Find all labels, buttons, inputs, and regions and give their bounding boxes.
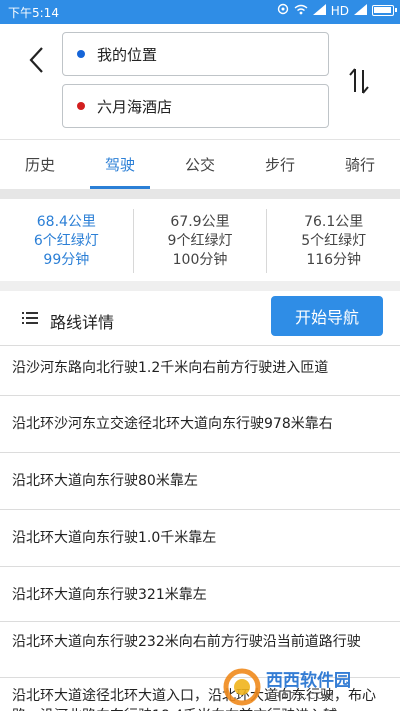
- network-label: HD: [330, 3, 349, 18]
- swap-arrows-icon: [349, 68, 369, 94]
- route-steps-list: 沿沙河东路向北行驶1.2千米向右前方行驶进入匝道 沿北环沙河东立交途径北环大道向…: [0, 346, 400, 711]
- divider: [0, 281, 400, 291]
- route-step[interactable]: 沿北环大道向东行驶80米靠左: [0, 453, 400, 510]
- tab-history[interactable]: 历史: [0, 140, 80, 189]
- status-bar: 下午5:14 HD: [0, 0, 400, 24]
- route-details-header: 路线详情 开始导航: [0, 291, 400, 346]
- watermark-text-block: 西西软件园 CR173.COM: [266, 671, 351, 703]
- start-location-field[interactable]: 我的位置: [62, 32, 329, 76]
- route-option-2[interactable]: 67.9公里 9个红绿灯 100分钟: [132, 209, 267, 273]
- route-time: 100分钟: [172, 252, 228, 268]
- watermark-logo-icon: [223, 668, 261, 706]
- tab-drive[interactable]: 驾驶: [80, 140, 160, 189]
- list-icon: [22, 312, 38, 324]
- tab-walk[interactable]: 步行: [240, 140, 320, 189]
- back-button[interactable]: [22, 42, 50, 78]
- start-dot-icon: [77, 50, 85, 58]
- route-step[interactable]: 沿北环大道向东行驶321米靠左: [0, 567, 400, 622]
- transport-tabs: 历史 驾驶 公交 步行 骑行: [0, 139, 400, 189]
- end-location-field[interactable]: 六月海酒店: [62, 84, 329, 128]
- route-option-1[interactable]: 68.4公里 6个红绿灯 99分钟: [0, 199, 133, 281]
- route-distance: 67.9公里: [170, 214, 230, 230]
- status-icons: HD: [277, 3, 397, 18]
- route-time: 99分钟: [43, 252, 90, 268]
- tab-bike[interactable]: 骑行: [320, 140, 400, 189]
- wifi-icon: [294, 4, 308, 18]
- watermark-logo-text: 西西软件园: [266, 671, 351, 691]
- route-distance: 76.1公里: [304, 214, 364, 230]
- location-status-icon: [277, 3, 289, 18]
- route-header: 我的位置 六月海酒店: [0, 24, 400, 138]
- watermark: 西西软件园 CR173.COM: [222, 666, 394, 708]
- route-options: 68.4公里 6个红绿灯 99分钟 67.9公里 9个红绿灯 100分钟 76.…: [0, 199, 400, 281]
- chevron-left-icon: [29, 47, 43, 73]
- route-step[interactable]: 沿沙河东路向北行驶1.2千米向右前方行驶进入匝道: [0, 346, 400, 396]
- route-details-label: 路线详情: [50, 313, 115, 332]
- tab-transit[interactable]: 公交: [160, 140, 240, 189]
- route-distance: 68.4公里: [36, 214, 96, 230]
- route-lights: 9个红绿灯: [167, 233, 233, 249]
- signal-icon: [312, 3, 326, 18]
- battery-icon: [372, 5, 397, 16]
- start-navigation-button[interactable]: 开始导航: [271, 296, 383, 336]
- route-lights: 6个红绿灯: [33, 233, 99, 249]
- route-time: 116分钟: [306, 252, 362, 268]
- status-time: 下午5:14: [8, 6, 59, 20]
- route-step[interactable]: 沿北环大道向东行驶1.0千米靠左: [0, 510, 400, 567]
- watermark-site: CR173.COM: [266, 691, 335, 702]
- route-lights: 5个红绿灯: [301, 233, 367, 249]
- route-step[interactable]: 沿北环沙河东立交途径北环大道向东行驶978米靠右: [0, 396, 400, 453]
- start-location-label: 我的位置: [97, 45, 158, 64]
- divider: [0, 189, 400, 199]
- swap-button[interactable]: [344, 64, 374, 98]
- signal-icon-2: [354, 3, 367, 18]
- end-dot-icon: [77, 102, 85, 110]
- route-option-3[interactable]: 76.1公里 5个红绿灯 116分钟: [266, 209, 400, 273]
- end-location-label: 六月海酒店: [97, 97, 173, 116]
